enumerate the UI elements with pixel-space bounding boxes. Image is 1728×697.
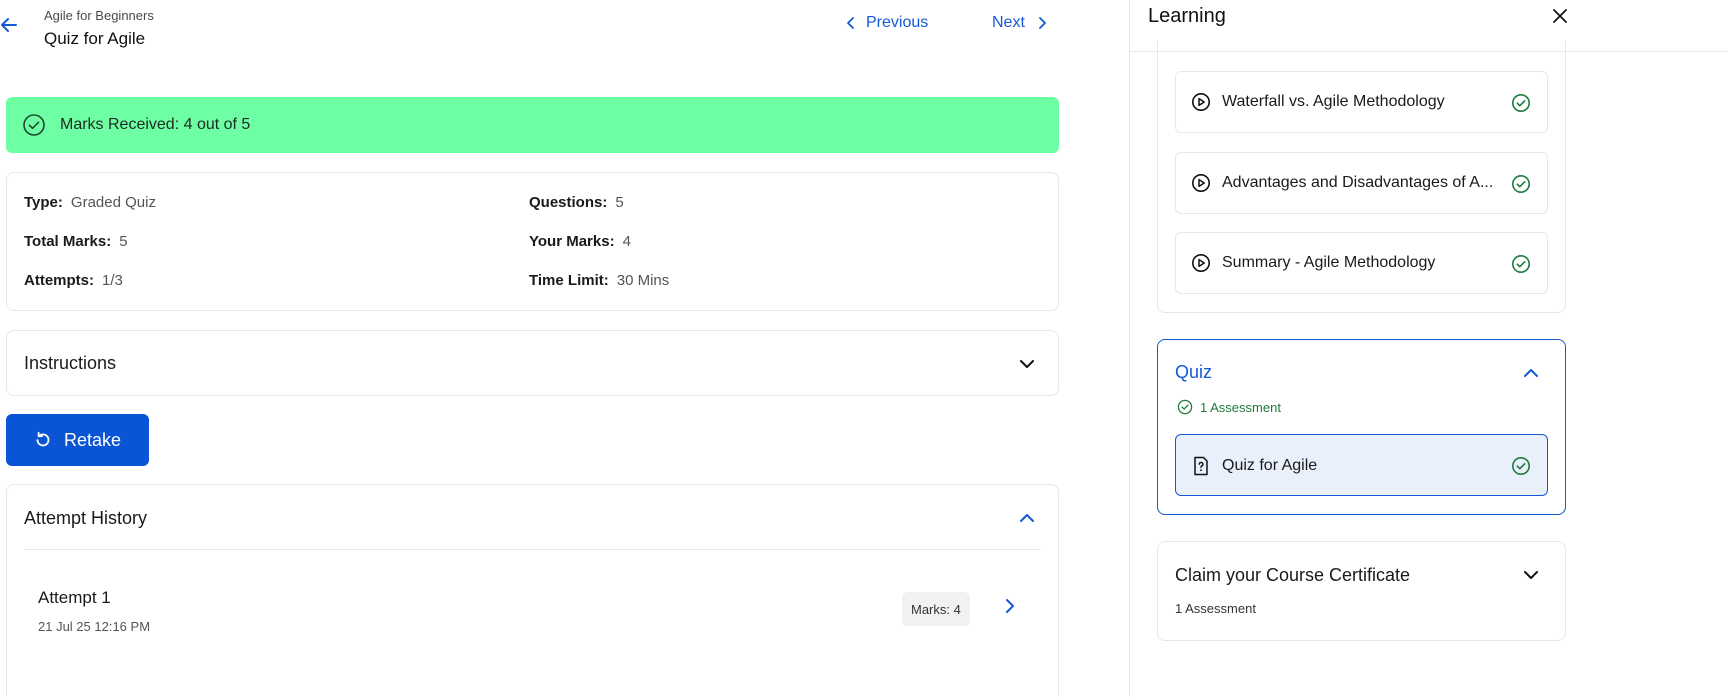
chevron-right-icon[interactable]: [1002, 597, 1018, 615]
lesson-item[interactable]: Waterfall vs. Agile Methodology: [1175, 71, 1548, 133]
retry-icon: [36, 431, 50, 447]
info-questions: Questions: 5: [529, 194, 624, 211]
attempt-row[interactable]: Attempt 1 21 Jul 25 12:16 PM Marks: 4: [24, 565, 1041, 635]
arrow-left-icon: [1, 18, 17, 32]
panel-title: Learning: [1148, 5, 1226, 27]
info-time-limit-value: 30 Mins: [616, 272, 670, 289]
main-content: Agile for Beginners Quiz for Agile Previ…: [0, 0, 1128, 697]
lesson-label: Summary - Agile Methodology: [1222, 254, 1436, 271]
next-button[interactable]: Next: [992, 14, 1049, 32]
play-circle-icon: [1192, 254, 1210, 272]
play-circle-icon: [1192, 93, 1210, 111]
next-label: Next: [992, 14, 1025, 31]
info-attempts-value: 1/3: [102, 272, 123, 289]
chevron-right-icon: [1039, 17, 1046, 29]
lesson-label: Advantages and Disadvantages of A...: [1222, 174, 1494, 191]
score-text: Marks Received: 4 out of 5: [60, 116, 251, 133]
score-banner: Marks Received: 4 out of 5: [6, 97, 1059, 153]
lesson-label: Waterfall vs. Agile Methodology: [1222, 93, 1445, 110]
chevron-left-icon: [847, 17, 854, 29]
quiz-section-subtitle: 1 Assessment: [1177, 399, 1281, 415]
info-time-limit: Time Limit: 30 Mins: [529, 272, 669, 289]
quiz-item-label: Quiz for Agile: [1222, 457, 1318, 474]
retake-label: Retake: [63, 429, 122, 450]
info-attempts-label: Attempts:: [24, 272, 94, 289]
divider: [24, 549, 1041, 550]
info-time-limit-label: Time Limit:: [529, 272, 609, 289]
instructions-accordion[interactable]: Instructions: [6, 330, 1059, 396]
chevron-up-icon[interactable]: [1018, 509, 1036, 527]
marks-badge: Marks: 4: [902, 592, 970, 626]
check-circle-icon: [1512, 175, 1530, 193]
learning-panel: Learning Waterfall vs. Agile Methodology…: [1129, 0, 1728, 697]
info-attempts: Attempts: 1/3: [24, 272, 123, 289]
check-circle-icon: [1512, 94, 1530, 112]
info-type-value: Graded Quiz: [70, 194, 156, 211]
chevron-up-icon[interactable]: [1522, 364, 1540, 382]
previous-label: Previous: [866, 14, 929, 31]
info-questions-label: Questions:: [529, 194, 608, 211]
breadcrumb: Agile for Beginners: [44, 8, 154, 23]
check-circle-icon: [1177, 399, 1193, 415]
quiz-document-icon: [1194, 456, 1208, 476]
page-title: Quiz for Agile: [44, 29, 146, 48]
chevron-down-icon: [1524, 571, 1538, 579]
quiz-section: Quiz 1 Assessment Quiz for Agile: [1157, 339, 1566, 515]
check-circle-icon: [1512, 255, 1530, 273]
check-circle-icon: [23, 114, 45, 136]
info-your-marks-label: Your Marks:: [529, 233, 615, 250]
attempt-history-title: Attempt History: [24, 508, 148, 528]
quiz-info-card: Type: Graded Quiz Questions: 5 Total Mar…: [6, 172, 1059, 311]
attempt-title: Attempt 1: [38, 588, 111, 607]
quiz-assessment-count: 1 Assessment: [1200, 399, 1281, 415]
check-circle-icon: [1512, 457, 1530, 475]
retake-button[interactable]: Retake: [6, 414, 149, 466]
lesson-item[interactable]: Advantages and Disadvantages of A...: [1175, 152, 1548, 214]
quiz-section-title: Quiz: [1175, 362, 1213, 382]
certificate-section[interactable]: Claim your Course Certificate 1 Assessme…: [1157, 541, 1566, 641]
certificate-assessment-count: 1 Assessment: [1175, 601, 1256, 616]
info-questions-value: 5: [615, 194, 624, 211]
instructions-title: Instructions: [24, 353, 117, 373]
chevron-down-icon: [1020, 360, 1034, 368]
top-bar: Agile for Beginners Quiz for Agile Previ…: [0, 0, 1128, 60]
info-your-marks: Your Marks: 4: [529, 233, 631, 250]
info-your-marks-value: 4: [622, 233, 631, 250]
back-button[interactable]: [0, 14, 20, 36]
info-type-label: Type:: [24, 194, 63, 211]
info-total-marks-label: Total Marks:: [24, 233, 112, 250]
certificate-title: Claim your Course Certificate: [1175, 565, 1411, 585]
info-total-marks-value: 5: [119, 233, 128, 250]
play-circle-icon: [1192, 174, 1210, 192]
attempt-history-card: Attempt History Attempt 1 21 Jul 25 12:1…: [6, 484, 1059, 697]
close-icon[interactable]: [1550, 6, 1570, 26]
previous-button[interactable]: Previous: [844, 14, 928, 32]
lesson-item[interactable]: Summary - Agile Methodology: [1175, 232, 1548, 294]
info-type: Type: Graded Quiz: [24, 194, 156, 211]
info-total-marks: Total Marks: 5: [24, 233, 128, 250]
attempt-date: 21 Jul 25 12:16 PM: [38, 619, 151, 634]
quiz-item[interactable]: Quiz for Agile: [1175, 434, 1548, 496]
